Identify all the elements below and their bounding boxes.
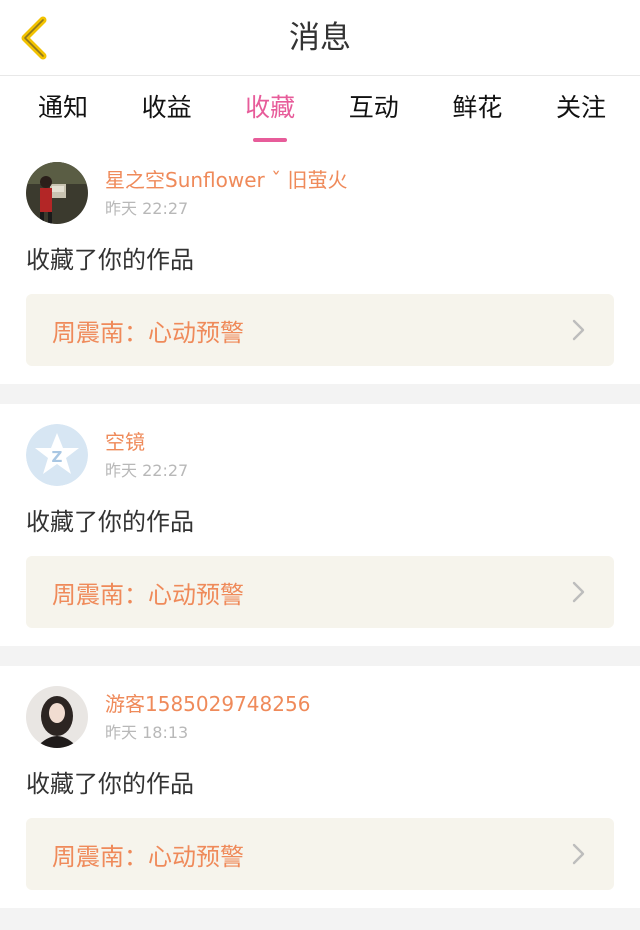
chevron-right-icon [572, 843, 585, 865]
avatar[interactable] [26, 162, 88, 224]
list-item: 游客1585029748256 昨天 18:13 收藏了你的作品 周震南：心动预… [0, 666, 640, 908]
tab-interactions[interactable]: 互动 [329, 76, 419, 124]
action-text: 收藏了你的作品 [26, 246, 194, 274]
list-item: Z 空镜 昨天 22:27 收藏了你的作品 周震南：心动预警 [0, 404, 640, 646]
tab-label: 鲜花 [452, 93, 503, 122]
top-bar: 消息 [0, 0, 640, 76]
work-link[interactable]: 周震南：心动预警 [26, 294, 614, 366]
tab-bar: 通知 收益 收藏 互动 鲜花 关注 [0, 76, 640, 142]
avatar[interactable] [26, 686, 88, 748]
list-item: 星之空Sunflower ˇ 旧萤火 昨天 22:27 收藏了你的作品 周震南：… [0, 142, 640, 384]
tab-earnings[interactable]: 收益 [122, 76, 212, 124]
user-photo-avatar-icon [26, 686, 88, 748]
timestamp: 昨天 22:27 [105, 199, 189, 218]
avatar[interactable]: Z [26, 424, 88, 486]
work-title: 周震南：心动预警 [52, 580, 244, 609]
username-link[interactable]: 空镜 [105, 426, 188, 458]
message-list: 星之空Sunflower ˇ 旧萤火 昨天 22:27 收藏了你的作品 周震南：… [0, 142, 640, 908]
tab-label: 收藏 [245, 93, 296, 122]
tab-notifications[interactable]: 通知 [18, 76, 108, 124]
work-link[interactable]: 周震南：心动预警 [26, 818, 614, 890]
action-text: 收藏了你的作品 [26, 770, 194, 798]
tab-favorites[interactable]: 收藏 [225, 76, 315, 142]
chevron-right-icon [572, 581, 585, 603]
tab-label: 收益 [141, 93, 192, 122]
active-tab-indicator [253, 138, 288, 142]
timestamp: 昨天 22:27 [105, 461, 189, 480]
tab-label: 互动 [348, 93, 399, 122]
action-text: 收藏了你的作品 [26, 508, 194, 536]
username-link[interactable]: 星之空Sunflower ˇ 旧萤火 [105, 164, 347, 196]
timestamp: 昨天 18:13 [105, 723, 189, 742]
default-star-avatar-icon: Z [26, 424, 88, 486]
user-photo-avatar-icon [26, 162, 88, 224]
work-title: 周震南：心动预警 [52, 318, 244, 347]
page-title: 消息 [289, 20, 351, 56]
work-title: 周震南：心动预警 [52, 842, 244, 871]
svg-text:Z: Z [52, 448, 63, 466]
tab-flowers[interactable]: 鲜花 [432, 76, 522, 124]
tab-label: 关注 [555, 93, 606, 122]
username-link[interactable]: 游客1585029748256 [105, 688, 310, 720]
tab-label: 通知 [37, 93, 88, 122]
chevron-right-icon [572, 319, 585, 341]
tab-follows[interactable]: 关注 [536, 76, 626, 124]
work-link[interactable]: 周震南：心动预警 [26, 556, 614, 628]
